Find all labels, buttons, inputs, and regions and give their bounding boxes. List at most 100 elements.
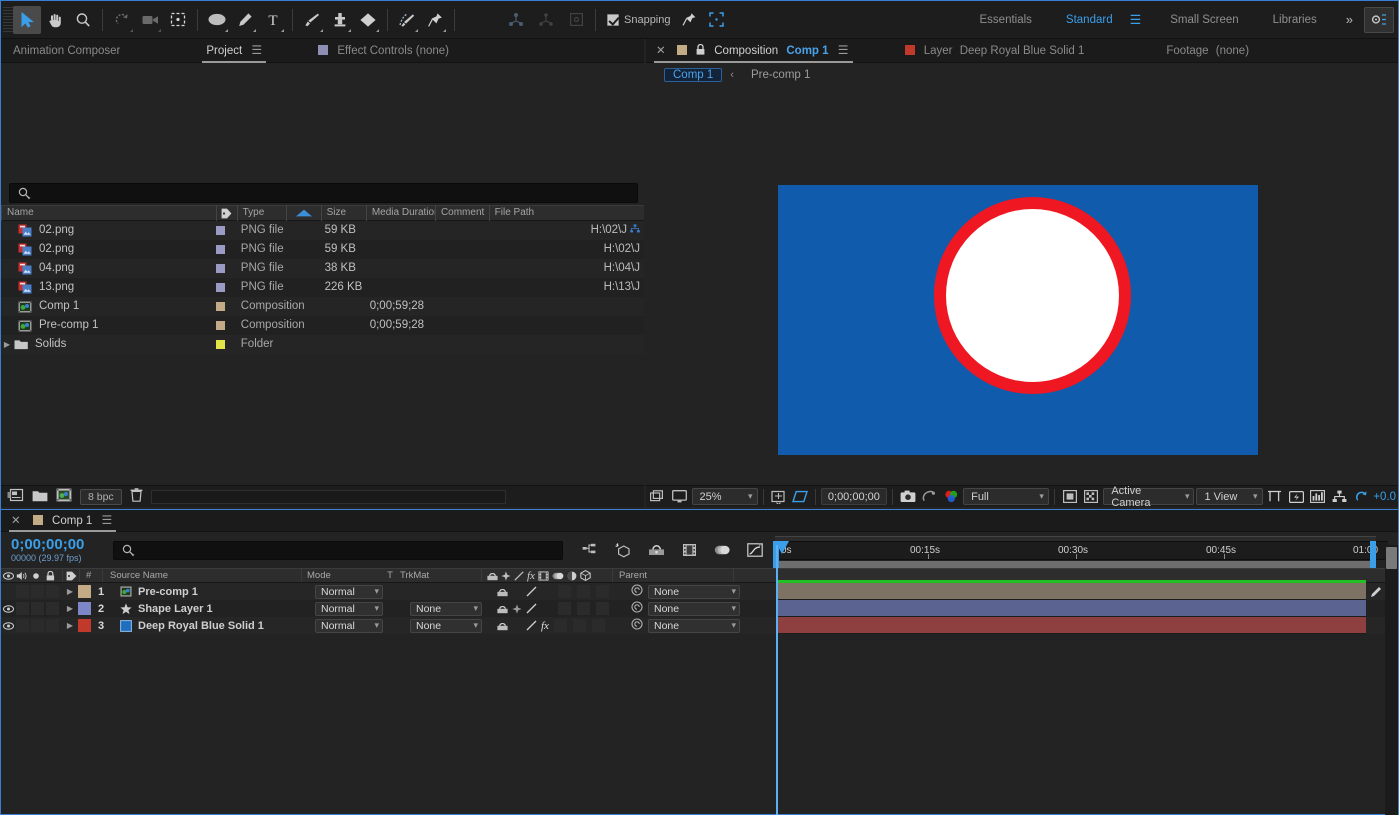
composition-canvas[interactable] bbox=[778, 185, 1258, 455]
parent-pickwhip-icon[interactable] bbox=[631, 618, 643, 633]
project-item-label-chip[interactable] bbox=[215, 316, 236, 335]
view-mode-select[interactable]: Active Camera ▾ bbox=[1103, 485, 1195, 509]
panel-menu-icon[interactable]: ☰ bbox=[251, 43, 262, 57]
panel-menu-icon[interactable]: ☰ bbox=[838, 43, 849, 57]
take-snapshot-icon[interactable] bbox=[898, 487, 918, 507]
project-item-label-chip[interactable] bbox=[215, 335, 236, 354]
project-item-label-chip[interactable] bbox=[215, 240, 236, 259]
layer-duration-handle-icon[interactable] bbox=[1370, 586, 1382, 601]
layer-mode-select[interactable]: Normal ▾ bbox=[315, 618, 383, 633]
col-solo-toggle[interactable] bbox=[29, 572, 43, 580]
workspace-menu-icon[interactable]: ☰ bbox=[1130, 12, 1154, 28]
layer-parent-select[interactable]: None ▾ bbox=[648, 584, 740, 599]
motion-blur-icon[interactable] bbox=[709, 538, 735, 562]
snapping-checkbox[interactable] bbox=[607, 13, 619, 26]
view-layout-select[interactable]: 1 View ▾ bbox=[1196, 488, 1263, 505]
work-area-end-handle[interactable] bbox=[1370, 541, 1376, 568]
pen-tool[interactable] bbox=[231, 6, 259, 34]
frame-blending-icon[interactable] bbox=[676, 538, 702, 562]
layer-parent-select[interactable]: None ▾ bbox=[648, 618, 740, 633]
project-settings-icon[interactable] bbox=[56, 488, 72, 505]
snap-align-icon[interactable] bbox=[675, 6, 703, 34]
project-footer-scrollbar[interactable] bbox=[150, 489, 506, 504]
col-preserve-transparency[interactable]: T bbox=[383, 570, 397, 581]
motion-blur-switch[interactable] bbox=[572, 619, 586, 632]
project-item-row[interactable]: 04.png PNG file 38 KB H:\04\J bbox=[1, 259, 644, 278]
pan-behind-tool-icon[interactable] bbox=[562, 6, 590, 34]
track-matte-select[interactable]: None ▾ bbox=[410, 601, 482, 616]
col-lock-toggle[interactable] bbox=[43, 570, 57, 581]
layer-solo-toggle[interactable] bbox=[31, 602, 44, 615]
project-item-row[interactable]: Pre-comp 1 Composition 0;00;59;28 bbox=[1, 316, 644, 335]
lock-icon[interactable] bbox=[696, 43, 708, 57]
project-item-label-chip[interactable] bbox=[215, 259, 236, 278]
col-source-name[interactable]: Source Name bbox=[103, 570, 301, 581]
transparency-grid-icon[interactable] bbox=[1060, 487, 1080, 507]
show-snapshot-icon[interactable] bbox=[920, 487, 940, 507]
current-time-field[interactable]: 0;00;00;00 bbox=[820, 488, 887, 505]
layer-video-toggle[interactable] bbox=[1, 621, 15, 630]
toolbar-drag-handle[interactable] bbox=[3, 6, 13, 33]
col-layer-number[interactable]: # bbox=[80, 570, 102, 581]
channel-icon[interactable] bbox=[941, 487, 961, 507]
project-item-row[interactable]: 13.png PNG file 226 KB H:\13\J bbox=[1, 278, 644, 297]
col-label-tag[interactable] bbox=[216, 205, 236, 221]
col-video-toggle[interactable] bbox=[1, 571, 15, 580]
timeline-layer-bar[interactable] bbox=[777, 600, 1366, 617]
project-item-label-chip[interactable] bbox=[215, 278, 236, 297]
current-time-display[interactable]: 0;00;00;00 bbox=[11, 537, 101, 552]
hand-tool[interactable] bbox=[41, 6, 69, 34]
col-type[interactable]: Type bbox=[236, 205, 287, 221]
workspace-small-screen[interactable]: Small Screen bbox=[1153, 1, 1255, 39]
work-area-track[interactable] bbox=[775, 561, 1376, 568]
brush-tool[interactable] bbox=[298, 6, 326, 34]
workspace-settings-button[interactable] bbox=[1364, 6, 1394, 33]
col-audio-toggle[interactable] bbox=[15, 571, 29, 581]
ruler-ticks[interactable]: 0s 00:15s 00:30s 00:45s 01:00 bbox=[773, 541, 1388, 560]
adjustment-layer-switch[interactable] bbox=[596, 602, 609, 615]
layer-label-color[interactable] bbox=[76, 585, 92, 598]
close-icon[interactable]: ✕ bbox=[11, 515, 21, 527]
col-file-path[interactable]: File Path bbox=[488, 205, 644, 221]
delete-icon[interactable] bbox=[130, 488, 143, 505]
reset-exposure-icon[interactable] bbox=[1352, 487, 1372, 507]
layer-audio-toggle[interactable] bbox=[16, 602, 29, 615]
timeline-layer-bar[interactable] bbox=[777, 617, 1366, 634]
project-item-row[interactable]: Comp 1 Composition 0;00;59;28 bbox=[1, 297, 644, 316]
resolution-select[interactable]: Full ▾ bbox=[963, 488, 1049, 505]
graph-editor-icon[interactable] bbox=[742, 538, 768, 562]
frame-blend-switch[interactable] bbox=[558, 602, 571, 615]
panel-menu-icon[interactable]: ☰ bbox=[102, 513, 113, 527]
layer-label-color[interactable] bbox=[76, 602, 92, 615]
eraser-tool[interactable] bbox=[354, 6, 382, 34]
tab-timeline-comp1[interactable]: ✕ Comp 1 ☰ bbox=[1, 509, 124, 532]
col-name[interactable]: Name bbox=[1, 205, 216, 221]
adjustment-layer-switch[interactable] bbox=[591, 619, 605, 632]
roto-brush-tool[interactable] bbox=[393, 6, 421, 34]
layer-audio-toggle[interactable] bbox=[16, 619, 29, 632]
comp-flowchart-icon[interactable] bbox=[1330, 487, 1350, 507]
project-item-label-chip[interactable] bbox=[215, 297, 236, 316]
col-comment[interactable]: Comment bbox=[434, 205, 489, 221]
layer-mode-select[interactable]: Normal ▾ bbox=[315, 584, 383, 599]
col-switches[interactable]: fx bbox=[482, 570, 612, 582]
project-search-input[interactable] bbox=[9, 183, 638, 203]
alpha-checker-icon[interactable] bbox=[1082, 487, 1102, 507]
pixel-aspect-correction-icon[interactable] bbox=[1265, 487, 1285, 507]
layer-mode-select[interactable]: Normal ▾ bbox=[315, 601, 383, 616]
shape-tool[interactable] bbox=[203, 6, 231, 34]
draft-3d-icon[interactable] bbox=[610, 538, 636, 562]
snap-to-edges-icon[interactable] bbox=[703, 6, 731, 34]
parent-pickwhip-icon[interactable] bbox=[631, 584, 643, 599]
tab-animation-composer[interactable]: Animation Composer bbox=[1, 39, 132, 63]
playhead-line[interactable] bbox=[776, 545, 778, 815]
clone-stamp-tool[interactable] bbox=[326, 6, 354, 34]
workspace-overflow-icon[interactable]: » bbox=[1334, 12, 1364, 27]
region-of-interest-tool[interactable] bbox=[164, 6, 192, 34]
timeline-vertical-scrollbar[interactable] bbox=[1385, 545, 1398, 815]
new-folder-icon[interactable] bbox=[32, 489, 48, 505]
layer-parent-select[interactable]: None ▾ bbox=[648, 601, 740, 616]
layer-twirl-icon[interactable]: ▶ bbox=[64, 604, 76, 613]
region-of-interest-icon[interactable] bbox=[790, 487, 810, 507]
col-parent[interactable]: Parent bbox=[613, 570, 733, 581]
